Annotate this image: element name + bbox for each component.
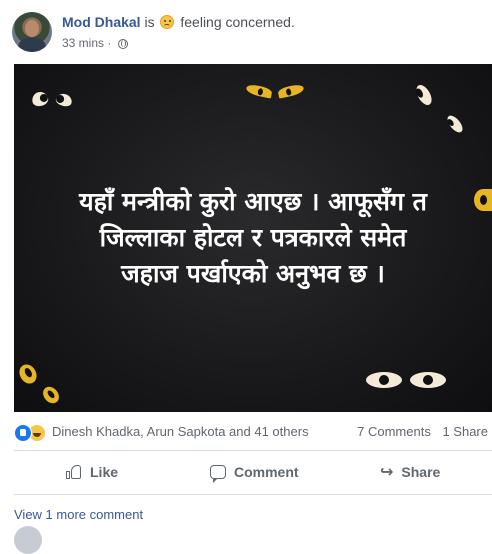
post-timestamp[interactable]: 33 mins bbox=[62, 36, 104, 50]
comment-count[interactable]: 7 Comments bbox=[357, 424, 431, 439]
eye-top-center-1 bbox=[245, 83, 273, 99]
action-bar: Like Comment ↪ Share bbox=[14, 450, 492, 494]
like-reaction-icon[interactable] bbox=[14, 424, 32, 442]
post-meta: 33 mins · bbox=[62, 36, 128, 50]
image-caption: यहाँ मन्त्रीको कुरो आएछ । आफूसँग त जिल्ल… bbox=[14, 184, 492, 292]
eye-bottom-left-2 bbox=[39, 383, 63, 407]
commenter-avatar[interactable] bbox=[14, 526, 42, 554]
comment-bubble-icon bbox=[210, 465, 226, 483]
eye-bottom-right-2 bbox=[410, 372, 446, 388]
eye-top-right-2 bbox=[444, 113, 466, 135]
post-image[interactable]: यहाँ मन्त्रीको कुरो आएछ । आफूसँग त जिल्ल… bbox=[14, 64, 492, 412]
author-name[interactable]: Mod Dhakal bbox=[62, 14, 141, 30]
caption-line-2: जिल्लाका होटल र पत्रकारले समेत bbox=[99, 223, 407, 252]
author-avatar[interactable] bbox=[12, 12, 52, 52]
reaction-summary: Dinesh Khadka, Arun Sapkota and 41 other… bbox=[0, 412, 492, 450]
eye-bottom-right-1 bbox=[366, 372, 402, 388]
post-title-line: Mod Dhakal is feeling concerned. bbox=[62, 14, 295, 30]
share-arrow-icon: ↪ bbox=[380, 464, 394, 481]
eye-top-left-1 bbox=[30, 90, 50, 108]
caption-line-1: यहाँ मन्त्रीको कुरो आएछ । आफूसँग त bbox=[79, 187, 427, 216]
like-label: Like bbox=[90, 464, 119, 480]
caption-line-3: जहाज पर्खाएको अनुभव छ । bbox=[121, 259, 385, 288]
reaction-names[interactable]: Dinesh Khadka, Arun Sapkota and 41 other… bbox=[52, 424, 309, 439]
eye-bottom-left-1 bbox=[16, 361, 40, 387]
eye-top-left-2 bbox=[54, 92, 74, 108]
globe-icon[interactable] bbox=[117, 39, 128, 49]
post-header: Mod Dhakal is feeling concerned. 33 mins… bbox=[0, 0, 492, 62]
feeling-text: feeling concerned. bbox=[180, 14, 295, 30]
engagement-counts: 7 Comments 1 Share bbox=[349, 424, 488, 439]
feeling-prefix: is bbox=[144, 14, 155, 30]
avatar-face bbox=[25, 20, 39, 37]
thumbs-up-icon bbox=[66, 464, 82, 480]
avatar-shirt bbox=[18, 38, 46, 52]
divider-bottom bbox=[14, 494, 492, 495]
worried-face-icon bbox=[160, 15, 175, 29]
comment-label: Comment bbox=[234, 464, 299, 480]
eye-top-center-2 bbox=[277, 83, 305, 99]
share-label: Share bbox=[401, 464, 441, 480]
view-more-comments-link[interactable]: View 1 more comment bbox=[14, 507, 143, 522]
comment-button[interactable]: Comment bbox=[210, 450, 299, 494]
like-button[interactable]: Like bbox=[66, 450, 118, 494]
share-button[interactable]: ↪ Share bbox=[380, 450, 440, 494]
eye-top-right-1 bbox=[413, 82, 435, 108]
share-count[interactable]: 1 Share bbox=[442, 424, 488, 439]
meta-separator: · bbox=[107, 36, 112, 50]
